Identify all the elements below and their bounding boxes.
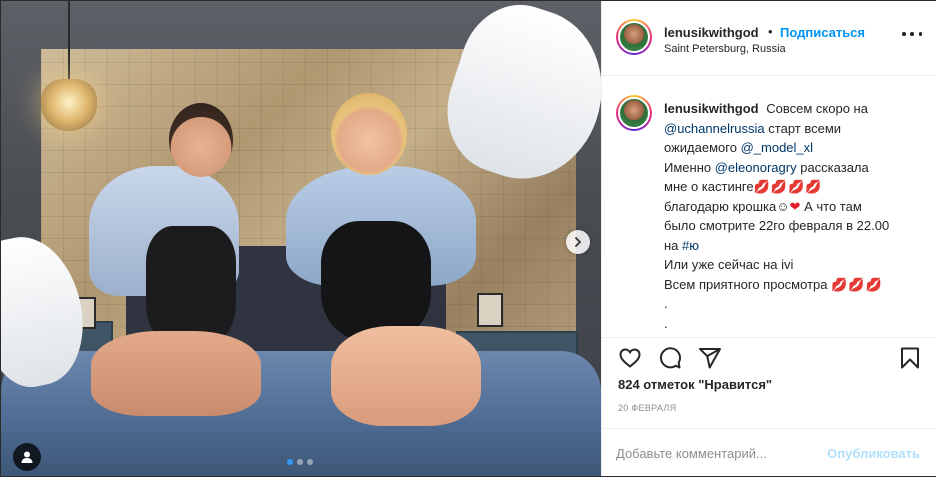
mention-link[interactable]: @uchannelrussia xyxy=(664,121,765,136)
woman-right-head xyxy=(331,93,407,175)
save-button[interactable] xyxy=(898,346,922,370)
caption-text: Именно xyxy=(664,159,712,175)
caption-username[interactable]: lenusikwithgod xyxy=(664,101,759,116)
comment-input[interactable] xyxy=(616,441,816,465)
post-sidebar: lenusikwithgod • Подписаться Saint Peter… xyxy=(601,1,936,476)
chevron-right-icon xyxy=(575,237,581,247)
woman-left-legs xyxy=(91,331,261,416)
likes-count[interactable]: 824 отметок "Нравится" xyxy=(618,377,772,392)
hashtag-link[interactable]: #ю xyxy=(682,238,699,253)
lamp-cord xyxy=(68,1,70,81)
woman-left-body xyxy=(146,226,236,346)
lips-emoji: 💋💋💋 xyxy=(831,276,883,292)
carousel-next-button[interactable] xyxy=(566,230,590,254)
post-photo[interactable] xyxy=(1,1,601,476)
mention-link[interactable]: @_model_xl xyxy=(741,140,813,155)
author-username[interactable]: lenusikwithgod xyxy=(664,25,759,40)
paper-plane-icon xyxy=(699,348,721,369)
caption-text: благодарю крошка xyxy=(664,198,777,214)
caption-text: мне о кастинге xyxy=(664,179,754,194)
woman-right-body xyxy=(321,221,431,341)
carousel-dot xyxy=(307,459,313,465)
publish-button[interactable]: Опубликовать xyxy=(827,446,920,461)
post-date[interactable]: 20 февраля xyxy=(618,403,676,413)
caption-author-avatar[interactable] xyxy=(616,95,652,131)
post-actions xyxy=(602,337,936,378)
caption-text: А что там xyxy=(804,198,862,214)
more-dots-icon xyxy=(902,32,906,36)
carousel-dot xyxy=(287,459,293,465)
smile-emoji: ☺ xyxy=(776,198,790,214)
user-tag-icon xyxy=(21,451,33,463)
caption-text: ожидаемого xyxy=(664,140,737,155)
picture-frame-right xyxy=(477,293,503,327)
separator-dot: • xyxy=(768,24,773,39)
caption-text: . xyxy=(664,315,668,331)
caption-text: . xyxy=(664,296,668,311)
carousel-indicator xyxy=(287,459,313,465)
more-options-button[interactable] xyxy=(902,27,922,41)
share-button[interactable] xyxy=(698,346,722,370)
post-caption: lenusikwithgod Совсем скоро на @uchannel… xyxy=(664,99,926,333)
caption-text: было смотрите 22го февраля в 22.00 xyxy=(664,218,890,233)
caption-text: Или уже сейчас на ivi xyxy=(664,257,794,272)
author-avatar[interactable] xyxy=(616,19,652,55)
caption-text: Всем приятного просмотра xyxy=(664,276,828,292)
bookmark-icon xyxy=(901,347,919,369)
pendant-lamp xyxy=(41,79,97,131)
comment-button[interactable] xyxy=(658,346,682,370)
woman-left-head xyxy=(169,103,233,177)
woman-right-legs xyxy=(331,326,481,426)
heart-emoji: ❤ xyxy=(789,198,801,214)
post-location[interactable]: Saint Petersburg, Russia xyxy=(664,43,786,55)
lips-emoji: 💋💋💋💋 xyxy=(753,179,823,194)
comment-icon xyxy=(660,347,681,369)
caption-text: старт всеми xyxy=(768,120,842,136)
mention-link[interactable]: @eleonoragry xyxy=(715,160,797,175)
caption-text: Совсем скоро на xyxy=(766,101,868,116)
post-header: lenusikwithgod • Подписаться Saint Peter… xyxy=(602,1,936,76)
post-window: lenusikwithgod • Подписаться Saint Peter… xyxy=(0,0,936,477)
tagged-users-button[interactable] xyxy=(13,443,41,471)
caption-section: lenusikwithgod Совсем скоро на @uchannel… xyxy=(602,75,936,337)
comment-bar: Опубликовать xyxy=(602,428,936,477)
caption-text: на xyxy=(664,237,679,253)
follow-button[interactable]: Подписаться xyxy=(780,25,865,40)
like-button[interactable] xyxy=(618,346,642,370)
carousel-dot xyxy=(297,459,303,465)
heart-icon xyxy=(619,348,641,368)
caption-text: рассказала xyxy=(800,159,869,175)
